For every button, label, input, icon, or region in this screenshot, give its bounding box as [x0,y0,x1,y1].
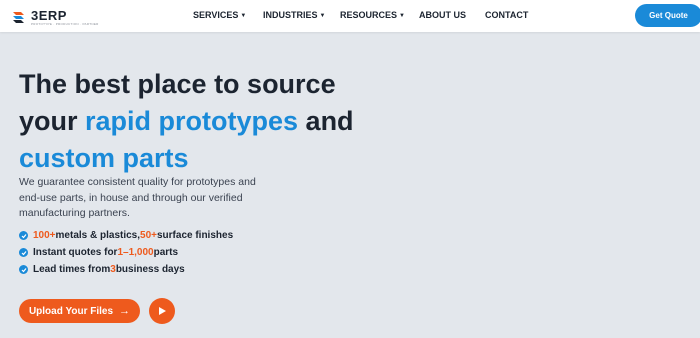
nav-item-industries[interactable]: INDUSTRIES ▼ [263,10,325,20]
play-icon [159,307,166,315]
play-video-button[interactable] [149,298,175,324]
nav-item-services[interactable]: SERVICES ▼ [193,10,246,20]
hero-description: We guarantee consistent quality for prot… [19,176,256,219]
check-circle-icon [19,231,28,240]
feature-list: 100+ metals & plastics, 50+ surface fini… [19,227,233,278]
nav-item-label: SERVICES [193,10,239,20]
hero-title: The best place to source your rapid prot… [19,66,379,177]
upload-files-label: Upload Your Files [28,305,114,317]
check-circle-icon [19,265,28,274]
brand-tagline: PROTOTYPE · PRODUCTION · PARTNER [31,21,99,26]
nav-item-about-us[interactable]: ABOUT US [419,10,466,20]
feature-highlight: 50+ [140,230,157,241]
feature-text: surface finishes [156,230,234,241]
hero-title-accent-rapid-prototypes: rapid prototypes [85,106,299,136]
nav-item-label: CONTACT [485,10,529,20]
nav-item-label: ABOUT US [419,10,466,20]
feature-text: business days [115,264,185,275]
hero-title-line1: The best place to source [19,69,336,99]
hero-title-line2-end: and [298,106,354,136]
nav-item-contact[interactable]: CONTACT [485,10,528,20]
feature-text: Lead times from [33,264,111,275]
get-quote-button[interactable]: Get Quote [635,4,700,27]
feature-text: parts [153,247,179,258]
arrow-right-icon: → [119,305,131,317]
brand-logo[interactable]: 3ERP PROTOTYPE · PRODUCTION · PARTNER [12,8,99,26]
nav-item-resources[interactable]: RESOURCES ▼ [340,10,405,20]
feature-item-materials: 100+ metals & plastics, 50+ surface fini… [19,227,233,244]
caret-down-icon: ▼ [240,13,247,19]
feature-text: Instant quotes for [33,247,118,258]
feature-highlight: 100+ [33,230,56,241]
upload-files-button[interactable]: Upload Your Files → [19,299,140,323]
3erp-logo-icon [13,12,24,23]
feature-item-lead-times: Lead times from 3 business days [19,261,233,278]
caret-down-icon: ▼ [319,13,326,19]
top-navigation-bar: 3ERP PROTOTYPE · PRODUCTION · PARTNER SE… [0,0,700,32]
caret-down-icon: ▼ [399,13,405,19]
brand-name: 3ERP [31,7,67,23]
hero-title-line2-start: your [19,106,86,136]
feature-item-instant-quotes: Instant quotes for 1–1,000 parts [19,244,233,261]
nav-item-label: RESOURCES [340,10,398,20]
feature-highlight: 1–1,000 [117,247,154,258]
nav-item-label: INDUSTRIES [263,10,318,20]
feature-text: metals & plastics, [55,230,141,241]
check-circle-icon [19,248,28,257]
hero-title-accent-custom-parts: custom parts [19,143,189,173]
